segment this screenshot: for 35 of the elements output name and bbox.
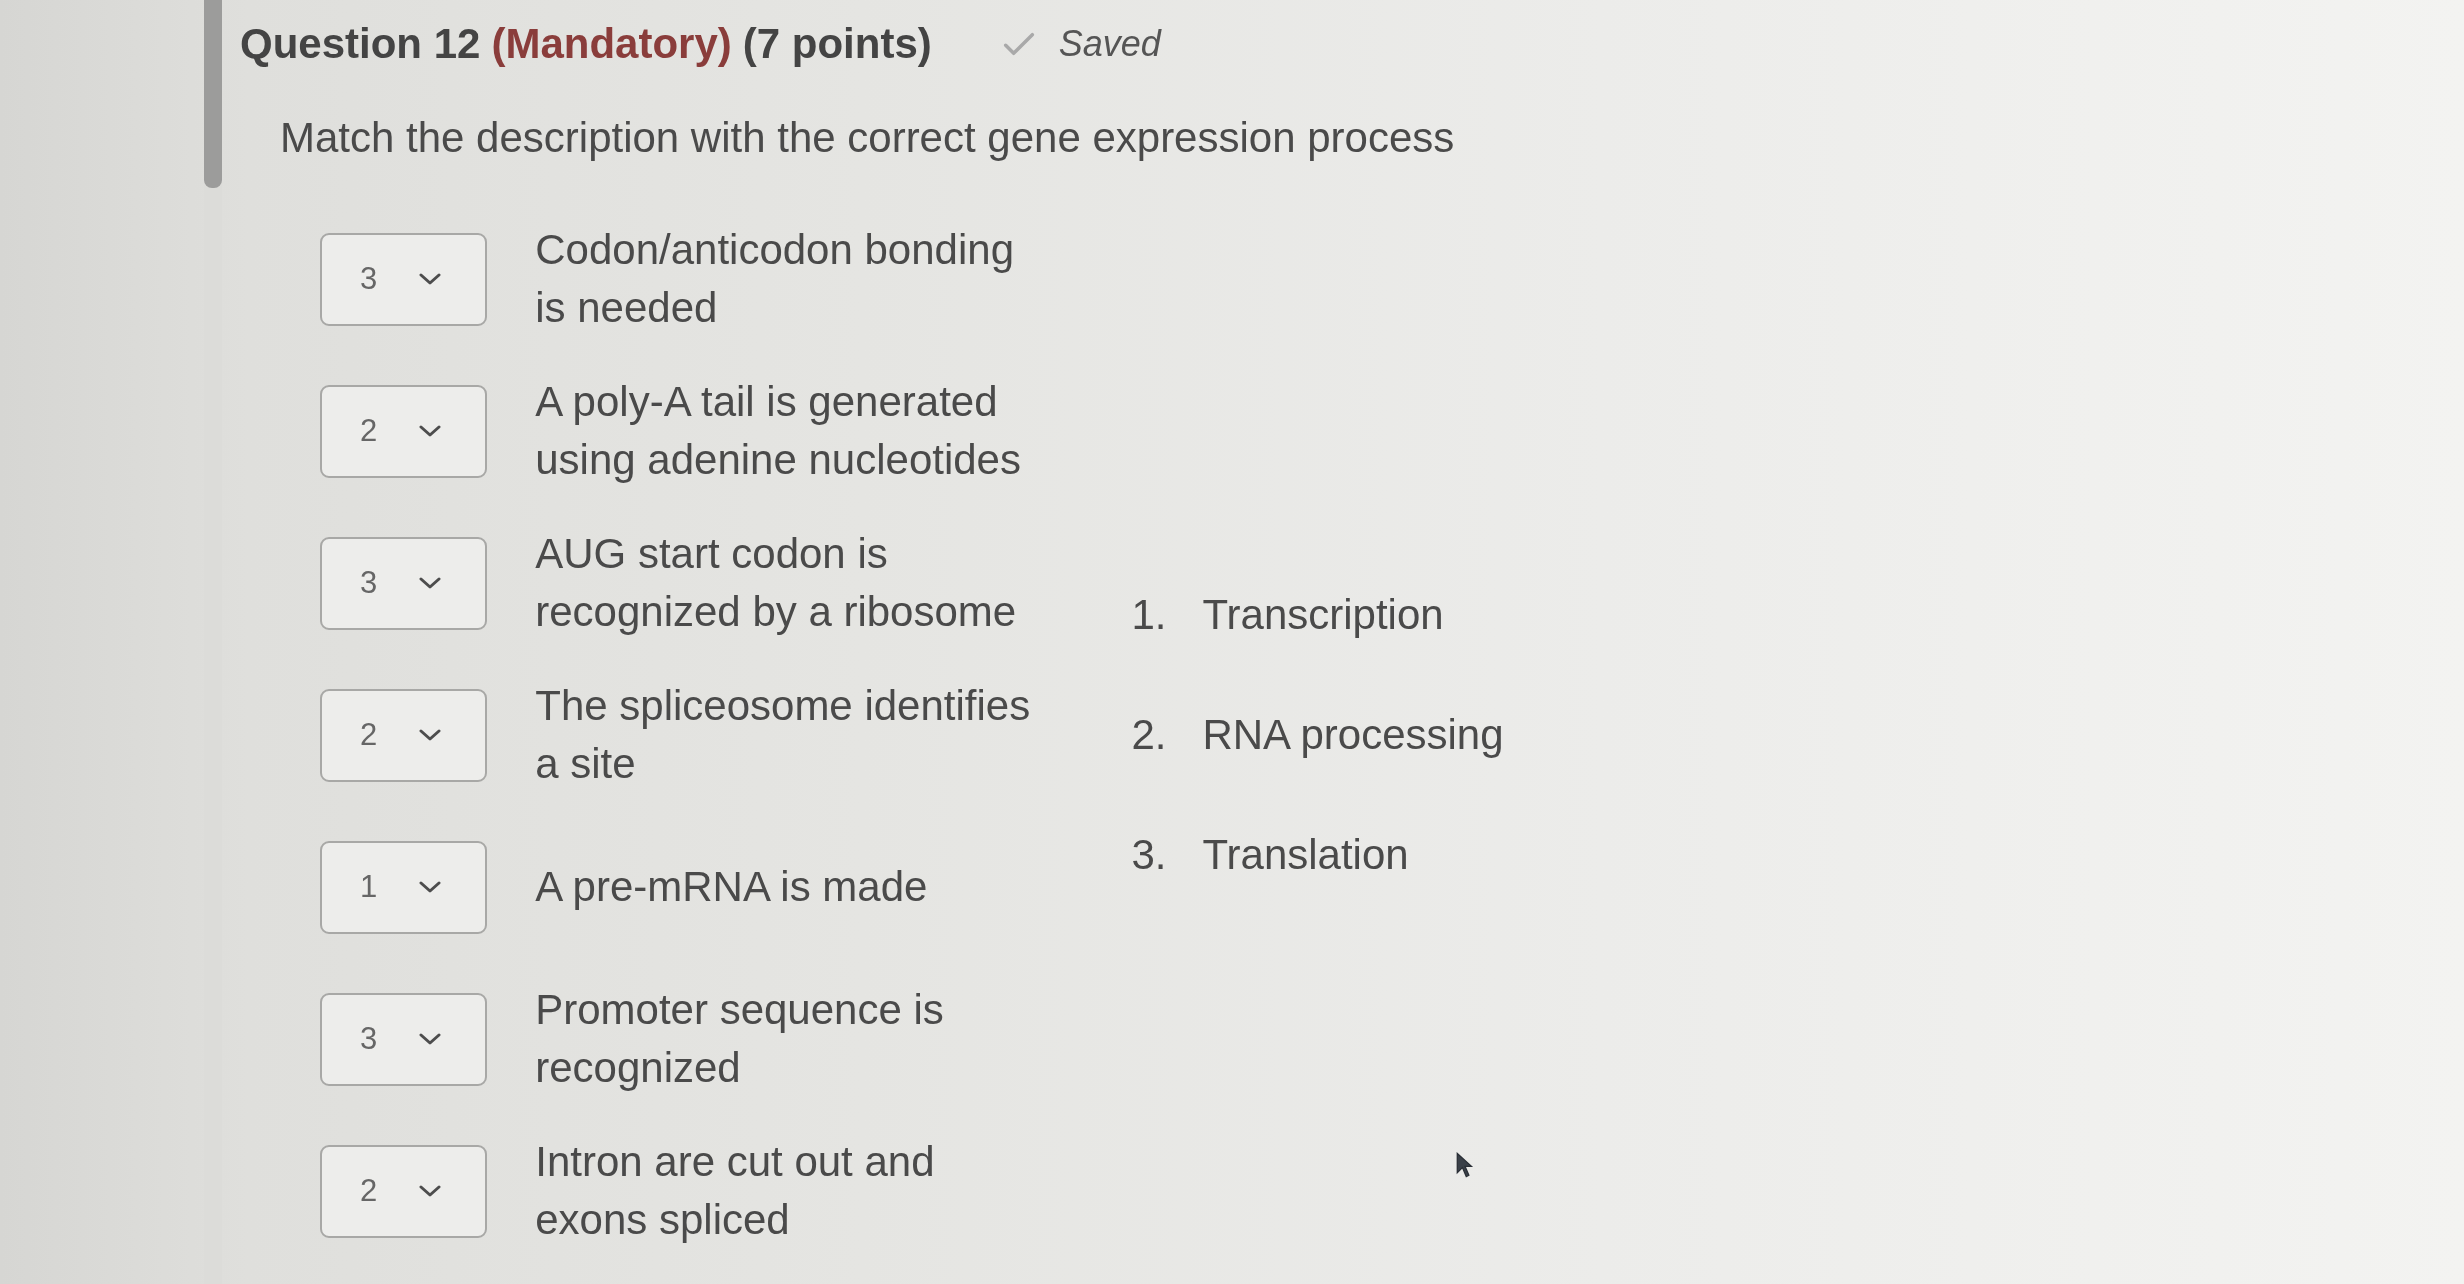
scrollbar-thumb[interactable] xyxy=(204,0,222,188)
description-text: Intron are cut out and exons spliced xyxy=(535,1137,936,1245)
answer-dropdown[interactable]: 2 xyxy=(320,384,488,478)
description-text: Codon/anticodon bonding is needed xyxy=(535,225,1015,333)
answer-dropdown[interactable]: 2 xyxy=(320,688,488,782)
answer-dropdown[interactable]: 1 xyxy=(320,840,488,934)
chevron-down-icon xyxy=(419,729,442,741)
chevron-down-icon xyxy=(419,273,442,285)
description-text: A pre-mRNA is made xyxy=(535,862,928,912)
chevron-down-icon xyxy=(419,1033,442,1045)
option-label: Transcription xyxy=(1202,590,1444,640)
checkmark-icon xyxy=(1002,32,1035,56)
description-text: AUG start codon is recognized by a ribosome xyxy=(535,529,1018,637)
option-label: RNA processing xyxy=(1202,710,1504,760)
mandatory-label: (Mandatory) xyxy=(491,19,732,69)
mouse-pointer-icon xyxy=(1456,1152,1474,1178)
question-prompt: Match the description with the correct gene expression process xyxy=(280,113,1455,163)
chevron-down-icon xyxy=(419,425,442,437)
chevron-down-icon xyxy=(419,1185,442,1197)
list-number: 2. xyxy=(1131,710,1168,760)
answer-dropdown[interactable]: 2 xyxy=(320,1144,488,1238)
save-status-text: Saved xyxy=(1058,23,1161,65)
list-number: 1. xyxy=(1131,590,1168,640)
answer-dropdown[interactable]: 3 xyxy=(320,992,488,1086)
chevron-down-icon xyxy=(419,881,442,893)
answer-dropdown[interactable]: 3 xyxy=(320,232,488,326)
option-label: Translation xyxy=(1202,830,1409,880)
answer-dropdown[interactable]: 3 xyxy=(320,536,488,630)
list-number: 3. xyxy=(1131,830,1168,880)
question-title: Question 12 xyxy=(240,19,481,69)
description-text: A poly-A tail is generated using adenine nucleotides xyxy=(535,377,1022,485)
points-label: (7 points) xyxy=(742,19,932,69)
chevron-down-icon xyxy=(419,577,442,589)
description-text: Promoter sequence is recognized xyxy=(535,985,945,1093)
description-text: The spliceosome identifies a site xyxy=(535,681,1032,789)
